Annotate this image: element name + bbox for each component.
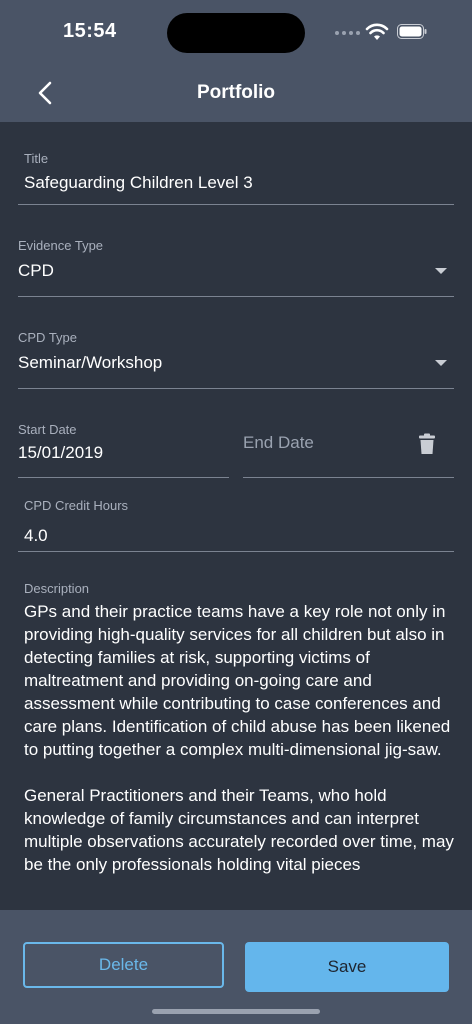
status-bar: 15:54 bbox=[0, 0, 472, 64]
start-date-underline bbox=[18, 477, 229, 478]
start-date-label: Start Date bbox=[18, 422, 77, 437]
start-date-input[interactable]: 15/01/2019 bbox=[18, 443, 103, 463]
battery-icon bbox=[397, 24, 427, 39]
credit-hours-underline bbox=[18, 551, 454, 552]
credit-hours-input[interactable]: 4.0 bbox=[24, 526, 48, 546]
trash-icon[interactable] bbox=[417, 433, 437, 455]
cpd-type-value: Seminar/Workshop bbox=[18, 353, 163, 372]
cpd-type-label: CPD Type bbox=[18, 330, 78, 345]
wifi-icon bbox=[365, 23, 389, 40]
bottom-action-bar: Delete Save bbox=[0, 910, 472, 1024]
title-label: Title bbox=[24, 151, 49, 166]
caret-down-icon[interactable] bbox=[435, 268, 447, 274]
status-time: 15:54 bbox=[63, 20, 117, 42]
evidence-type-value: CPD bbox=[18, 261, 54, 280]
dynamic-island bbox=[167, 13, 305, 53]
evidence-type-label: Evidence Type bbox=[18, 238, 104, 253]
description-label: Description bbox=[24, 581, 90, 596]
evidence-type-underline bbox=[18, 296, 454, 297]
page-title: Portfolio bbox=[196, 82, 276, 103]
home-indicator bbox=[152, 1009, 320, 1014]
description-textarea[interactable]: GPs and their practice teams have a key … bbox=[24, 600, 454, 910]
title-input[interactable]: Safeguarding Children Level 3 bbox=[24, 173, 253, 193]
cellular-signal-icon bbox=[335, 31, 360, 35]
save-button[interactable]: Save bbox=[245, 942, 449, 992]
delete-button[interactable]: Delete bbox=[23, 942, 224, 988]
credit-hours-label: CPD Credit Hours bbox=[24, 498, 129, 513]
cpd-type-underline bbox=[18, 388, 454, 389]
end-date-underline bbox=[243, 477, 454, 478]
end-date-input[interactable]: End Date bbox=[243, 433, 314, 453]
title-underline bbox=[18, 204, 454, 205]
navigation-bar: Portfolio bbox=[0, 64, 472, 122]
caret-down-icon[interactable] bbox=[435, 360, 447, 366]
